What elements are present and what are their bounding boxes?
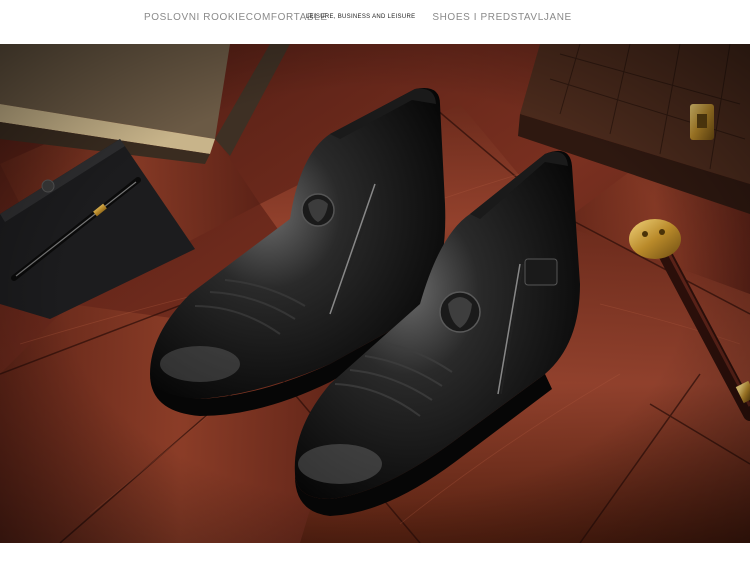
header-title-tail: SHOES I PREDSTAVLJANE	[432, 12, 572, 23]
page-header: POSLOVNI ROOKIECOMFORTABLE SHOES I PREDS…	[0, 0, 750, 44]
header-title-main: POSLOVNI ROOKIECOMFORTABLE	[144, 12, 328, 23]
header-overlay-text: LEISURE, BUSINESS AND LEISURE	[306, 14, 416, 20]
page-footer	[0, 543, 750, 562]
product-photo	[0, 44, 750, 543]
